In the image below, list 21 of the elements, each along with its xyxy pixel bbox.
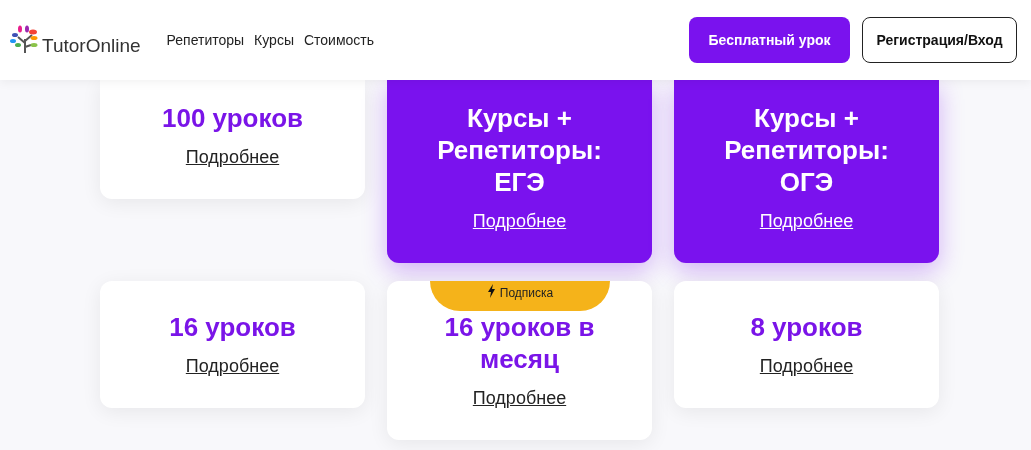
plan-title: 8 уроков [749,311,864,343]
details-link[interactable]: Подробнее [472,385,567,412]
lightning-icon [486,284,496,298]
details-link[interactable]: Подробнее [759,353,854,380]
login-button[interactable]: Регистрация/Вход [862,17,1017,63]
plan-title: 100 уроков [161,102,304,134]
plan-title: Курсы + Репетиторы: ОГЭ [723,102,890,198]
nav-link[interactable]: Курсы [254,29,294,51]
tree-logo-icon [10,25,40,55]
details-link[interactable]: Подробнее [472,208,567,235]
plan-title: 16 уроков [168,311,297,343]
plan-title: Курсы + Репетиторы: ЕГЭ [436,102,603,198]
nav-link[interactable]: Репетиторы [166,29,245,51]
details-link[interactable]: Подробнее [185,144,280,171]
details-link[interactable]: Подробнее [759,208,854,235]
plan-title: 16 уроков в месяц [443,311,596,375]
brand-name[interactable]: TutorOnline [42,36,141,55]
badge-label: Подписка [499,285,554,302]
nav-link[interactable]: Стоимость [303,29,375,51]
free-lesson-button[interactable]: Бесплатный урок [689,17,850,63]
details-link[interactable]: Подробнее [185,353,280,380]
